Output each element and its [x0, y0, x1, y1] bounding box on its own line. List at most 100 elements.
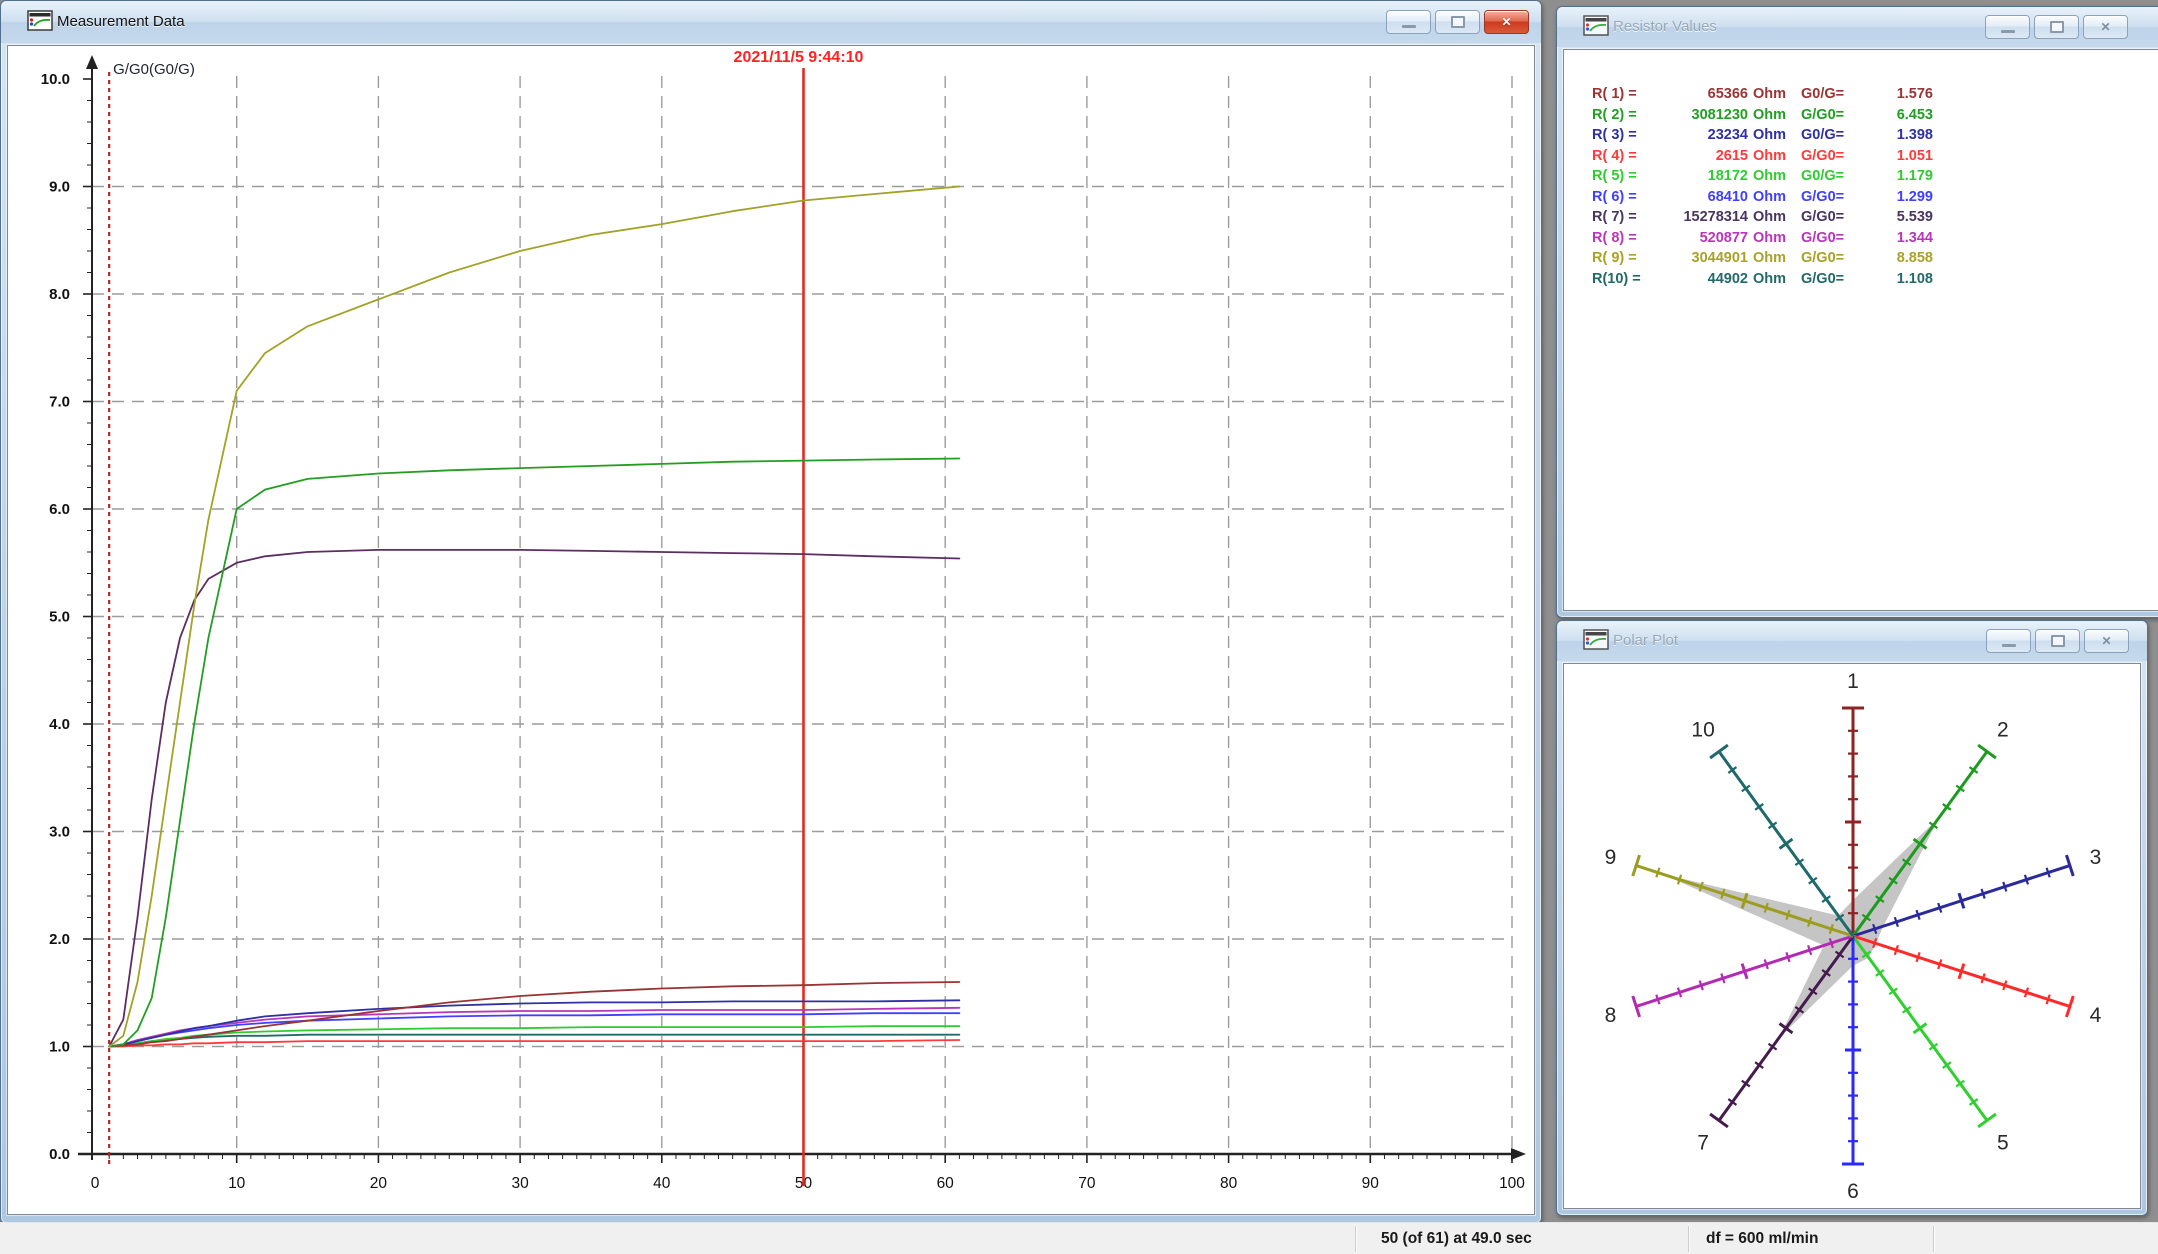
close-button[interactable]: ✕ [2084, 629, 2129, 653]
resistor-row: R( 3) =23234OhmG0/G=1.398 [1592, 125, 1933, 146]
status-separator [1688, 1226, 1689, 1252]
resistor-rr: 1.299 [1861, 187, 1933, 208]
window-title: Polar Plot [1613, 632, 1678, 649]
minimize-button[interactable] [1386, 10, 1431, 34]
svg-text:0.0: 0.0 [49, 1146, 70, 1163]
resistor-ro: Ohm [1748, 228, 1795, 249]
restore-icon [2050, 21, 2064, 33]
spoke-label: 7 [1697, 1131, 1709, 1154]
svg-text:60: 60 [937, 1175, 955, 1192]
window-title: Resistor Values [1613, 18, 1717, 35]
spoke-label: 10 [1691, 719, 1714, 742]
spoke-label: 8 [1605, 1004, 1617, 1027]
svg-text:9.0: 9.0 [49, 179, 70, 196]
resistor-ro: Ohm [1748, 207, 1795, 228]
resistor-rg: G/G0= [1795, 146, 1861, 167]
svg-text:20: 20 [370, 1175, 388, 1192]
svg-text:0: 0 [91, 1175, 100, 1192]
resistor-rv: 23234 [1656, 125, 1748, 146]
spoke-label: 3 [2090, 846, 2102, 869]
resistor-row: R( 6) =68410OhmG/G0=1.299 [1592, 187, 1933, 208]
minimize-button[interactable] [1985, 15, 2030, 39]
minimize-button[interactable] [1986, 629, 2031, 653]
spoke-label: 1 [1847, 670, 1859, 693]
measurement-data-window: Measurement Data ✕ 010203040506070809010… [0, 0, 1542, 1224]
resistor-rr: 1.576 [1861, 84, 1933, 105]
resistor-rl: R(10) = [1592, 269, 1656, 290]
resistor-rg: G/G0= [1795, 228, 1861, 249]
svg-text:G/G0(G0/G): G/G0(G0/G) [113, 61, 195, 78]
resistor-ro: Ohm [1748, 146, 1795, 167]
svg-text:30: 30 [511, 1175, 529, 1192]
resistor-row: R( 4) =2615OhmG/G0=1.051 [1592, 146, 1933, 167]
svg-text:1.0: 1.0 [49, 1039, 70, 1056]
desktop: Measurement Data ✕ 010203040506070809010… [0, 0, 2158, 1254]
resistor-rr: 1.179 [1861, 166, 1933, 187]
restore-icon [2051, 635, 2065, 647]
resistor-rv: 18172 [1656, 166, 1748, 187]
resistor-rl: R( 5) = [1592, 166, 1656, 187]
svg-text:8.0: 8.0 [49, 286, 70, 303]
polar-plot-titlebar[interactable]: Polar Plot ✕ [1557, 621, 2147, 661]
line-chart: 01020304050607080901000.01.02.03.04.05.0… [8, 46, 1534, 1214]
resistor-rl: R( 9) = [1592, 248, 1656, 269]
minimize-icon [1402, 25, 1416, 28]
minimize-icon [2002, 644, 2016, 647]
svg-text:80: 80 [1220, 1175, 1238, 1192]
resistor-rg: G0/G= [1795, 125, 1861, 146]
resistor-row: R( 7) =15278314OhmG/G0=5.539 [1592, 207, 1933, 228]
restore-button[interactable] [2035, 629, 2080, 653]
svg-text:70: 70 [1078, 1175, 1096, 1192]
resistor-ro: Ohm [1748, 166, 1795, 187]
status-separator [1355, 1226, 1356, 1252]
restore-button[interactable] [2034, 15, 2079, 39]
resistor-values-panel: R( 1) =65366OhmG0/G=1.576R( 2) =3081230O… [1563, 49, 2158, 611]
resistor-values-titlebar[interactable]: Resistor Values ✕ [1557, 7, 2158, 47]
minimize-icon [2001, 30, 2015, 33]
svg-text:100: 100 [1499, 1175, 1525, 1192]
svg-text:3.0: 3.0 [49, 824, 70, 841]
svg-text:6.0: 6.0 [49, 501, 70, 518]
resistor-rl: R( 3) = [1592, 125, 1656, 146]
resistor-rg: G0/G= [1795, 166, 1861, 187]
resistor-rg: G/G0= [1795, 207, 1861, 228]
resistor-rr: 1.344 [1861, 228, 1933, 249]
resistor-values-window: Resistor Values ✕ R( 1) =65366OhmG0/G=1.… [1556, 6, 2158, 618]
svg-text:10.0: 10.0 [41, 71, 70, 88]
close-button[interactable]: ✕ [2083, 15, 2128, 39]
svg-text:4.0: 4.0 [49, 716, 70, 733]
resistor-ro: Ohm [1748, 84, 1795, 105]
close-icon: ✕ [2100, 20, 2110, 34]
resistor-row: R(10) =44902OhmG/G0=1.108 [1592, 269, 1933, 290]
chart-window-icon [27, 10, 53, 31]
chart-window-icon [1583, 629, 1609, 650]
svg-text:2.0: 2.0 [49, 931, 70, 948]
close-button[interactable]: ✕ [1484, 10, 1529, 34]
svg-text:2021/11/5 9:44:10: 2021/11/5 9:44:10 [734, 49, 864, 66]
polar-plot-area: 12345678910 [1563, 663, 2141, 1209]
resistor-rl: R( 6) = [1592, 187, 1656, 208]
resistor-rr: 1.108 [1861, 269, 1933, 290]
resistor-ro: Ohm [1748, 125, 1795, 146]
resistor-ro: Ohm [1748, 105, 1795, 126]
measurement-data-titlebar[interactable]: Measurement Data ✕ [1, 1, 1541, 43]
resistor-rv: 2615 [1656, 146, 1748, 167]
chart-window-icon [1583, 15, 1609, 36]
resistor-rg: G/G0= [1795, 187, 1861, 208]
spoke-label: 6 [1847, 1180, 1859, 1203]
resistor-rv: 520877 [1656, 228, 1748, 249]
restore-button[interactable] [1435, 10, 1480, 34]
resistor-rr: 5.539 [1861, 207, 1933, 228]
resistor-rg: G/G0= [1795, 269, 1861, 290]
measurement-chart-area: 01020304050607080901000.01.02.03.04.05.0… [7, 45, 1535, 1215]
resistor-rv: 15278314 [1656, 207, 1748, 228]
resistor-row: R( 1) =65366OhmG0/G=1.576 [1592, 84, 1933, 105]
resistor-rl: R( 7) = [1592, 207, 1656, 228]
resistor-rr: 1.051 [1861, 146, 1933, 167]
resistor-rv: 65366 [1656, 84, 1748, 105]
svg-text:10: 10 [228, 1175, 246, 1192]
resistor-row: R( 5) =18172OhmG0/G=1.179 [1592, 166, 1933, 187]
resistor-rr: 1.398 [1861, 125, 1933, 146]
status-cursor-text: 50 (of 61) at 49.0 sec [1381, 1223, 1532, 1254]
spoke-label: 2 [1997, 719, 2009, 742]
